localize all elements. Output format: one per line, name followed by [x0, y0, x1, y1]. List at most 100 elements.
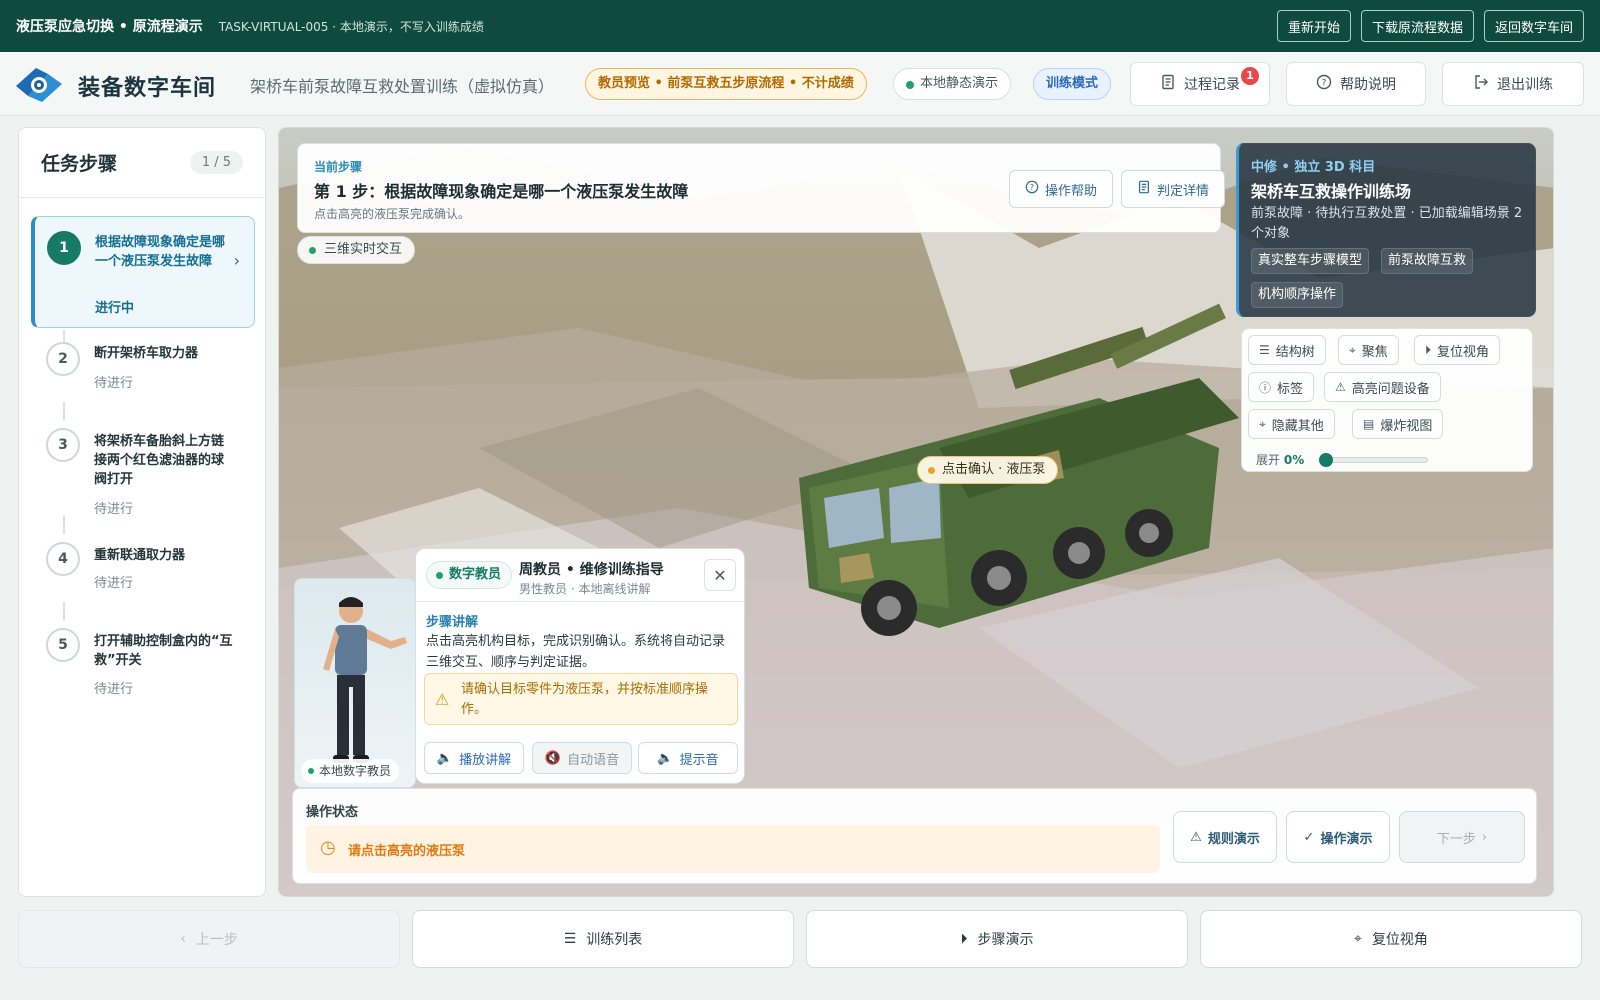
close-dialog-button[interactable]: ✕ [704, 559, 736, 591]
operation-help-label: 操作帮助 [1044, 183, 1097, 199]
view-tool-panel: ☰ 结构树 ⌖ 聚焦 ⏵ 复位视角 ⓘ 标签 ⚠ 高亮问题设备 ⌖ 隐藏其他 ▤… [1241, 328, 1533, 472]
reset-view-bottom-label: 复位视角 [1371, 932, 1428, 948]
hint-sound-label: 提示音 [679, 752, 719, 768]
step-demo-label: 步骤演示 [977, 932, 1034, 948]
hint-sound-button[interactable]: 🔈 提示音 [638, 742, 738, 774]
instructor-subtitle: 男性教员 · 本地离线讲解 [519, 582, 651, 596]
step-number: 4 [46, 542, 80, 576]
operation-demo-button[interactable]: ✓ 操作演示 [1286, 811, 1390, 863]
exploded-view-button[interactable]: ▤ 爆炸视图 [1352, 409, 1444, 439]
back-to-workshop-button[interactable]: 返回数字车间 [1483, 10, 1584, 42]
structure-tree-button[interactable]: ☰ 结构树 [1248, 335, 1326, 365]
scene-viewport[interactable]: 当前步骤 第 1 步：根据故障现象确定是哪一个液压泵发生故障 点击高亮的液压泵完… [278, 127, 1554, 897]
step-state: 待进行 [94, 682, 134, 697]
step-state: 待进行 [94, 376, 134, 391]
judgement-detail-button[interactable]: 判定详情 [1121, 170, 1225, 208]
scene-chip: 机构顺序操作 [1251, 282, 1344, 308]
instructor-figure [323, 597, 407, 763]
structure-tree-label: 结构树 [1275, 344, 1315, 360]
step-item-2[interactable]: 2 断开架桥车取力器 待进行 [31, 342, 255, 402]
step-connector [63, 602, 65, 620]
warning-icon: ⚠ [435, 690, 450, 709]
instructor-dialog: 数字教员 周教员 • 维修训练指导 男性教员 · 本地离线讲解 ✕ 步骤讲解 点… [415, 548, 745, 784]
close-icon: ✕ [713, 565, 727, 585]
process-record-button[interactable]: 过程记录 1 [1130, 62, 1270, 106]
slider-knob[interactable] [1319, 453, 1333, 467]
info-icon: ⓘ [1259, 380, 1272, 395]
step-demo-button[interactable]: ⏵ 步骤演示 [806, 910, 1188, 968]
instructor-role-label: 数字教员 [449, 567, 502, 582]
realtime-interaction-label: 三维实时交互 [324, 242, 403, 257]
current-step-card: 当前步骤 第 1 步：根据故障现象确定是哪一个液压泵发生故障 点击高亮的液压泵完… [297, 143, 1225, 233]
status-dot-icon [308, 768, 314, 774]
svg-text:?: ? [1322, 79, 1327, 89]
play-circle-icon: ⏵ [960, 931, 968, 947]
realtime-interaction-pill: 三维实时交互 [297, 236, 416, 264]
list-icon: ☰ [563, 931, 577, 947]
mode-pill[interactable]: 训练模式 [1033, 68, 1112, 100]
download-data-button[interactable]: 下载原流程数据 [1360, 10, 1474, 42]
operation-help-button[interactable]: ? 操作帮助 [1009, 170, 1113, 208]
chevron-right-icon: › [1481, 829, 1488, 845]
steps-count: 1 / 5 [189, 151, 243, 174]
demo-status-pill: 本地静态演示 [893, 68, 1012, 100]
speaker-mute-icon: 🔇 [544, 750, 562, 766]
hide-others-label: 隐藏其他 [1271, 418, 1324, 434]
auto-voice-label: 自动语音 [567, 752, 620, 768]
prev-step-button[interactable]: ‹ 上一步 [18, 910, 400, 968]
logout-icon [1473, 74, 1489, 94]
step-state: 待进行 [94, 502, 134, 517]
chevron-left-icon: ‹ [180, 931, 186, 947]
scene-description: 前泵故障 · 待执行互救处置 · 已加载编辑场景 2 个对象 [1251, 206, 1523, 241]
exploded-view-label: 爆炸视图 [1380, 418, 1433, 434]
step-item-5[interactable]: 5 打开辅助控制盒内的“互救”开关 待进行 [31, 628, 255, 708]
focus-label: 聚焦 [1361, 344, 1388, 360]
reset-view-button[interactable]: ⏵ 复位视角 [1414, 335, 1501, 365]
preview-pill: 教员预览 • 前泵互救五步原流程 • 不计成绩 [585, 68, 867, 100]
top-bar: 液压泵应急切换 • 原流程演示 TASK-VIRTUAL-005 · 本地演示，… [0, 0, 1600, 52]
expand-readout: 展开 0% [1256, 451, 1304, 468]
play-explanation-button[interactable]: 🔈 播放讲解 [424, 742, 524, 774]
scene-chip: 前泵故障互救 [1381, 248, 1474, 274]
status-dot-icon [309, 247, 316, 254]
hide-others-button[interactable]: ⌖ 隐藏其他 [1248, 409, 1335, 439]
step-item-3[interactable]: 3 将架桥车备胎斜上方链接两个红色滤油器的球阀打开 待进行 [31, 428, 255, 518]
status-message-box: ◷ 请点击高亮的液压泵 [306, 825, 1160, 873]
crosshair-icon: ⌖ [1259, 416, 1266, 431]
step-name: 断开架桥车取力器 [94, 346, 199, 361]
restart-button[interactable]: 重新开始 [1276, 10, 1351, 42]
operation-status-label: 操作状态 [306, 805, 359, 820]
instructor-role-pill: 数字教员 [426, 561, 513, 589]
steps-title: 任务步骤 [41, 153, 118, 175]
warning-box: ⚠ 请确认目标零件为液压泵，并按标准顺序操作。 [424, 673, 738, 725]
auto-voice-button[interactable]: 🔇 自动语音 [532, 742, 632, 774]
expand-slider[interactable] [1319, 453, 1428, 467]
step-item-4[interactable]: 4 重新联通取力器 待进行 [31, 542, 255, 602]
list-icon: ☰ [1259, 343, 1270, 357]
reset-view-bottom-button[interactable]: ⌖ 复位视角 [1200, 910, 1582, 968]
highlight-fault-button[interactable]: ⚠ 高亮问题设备 [1324, 372, 1441, 402]
step-item-1[interactable]: 1 根据故障现象确定是哪一个液压泵发生故障 › 进行中 [31, 216, 255, 328]
step-connector [63, 516, 65, 534]
next-step-button[interactable]: 下一步 › [1399, 811, 1525, 863]
status-message: 请点击高亮的液压泵 [348, 844, 466, 859]
scene-title: 架桥车互救操作训练场 [1251, 182, 1412, 201]
scene-info-card: 中修 • 独立 3D 科目 架桥车互救操作训练场 前泵故障 · 待执行互救处置 … [1236, 143, 1536, 317]
divider [416, 601, 744, 602]
hydraulic-pump-hotspot[interactable]: 点击确认 · 液压泵 [917, 456, 1059, 484]
step-connector [63, 402, 65, 420]
training-list-button[interactable]: ☰ 训练列表 [412, 910, 794, 968]
focus-button[interactable]: ⌖ 聚焦 [1338, 335, 1399, 365]
labels-button[interactable]: ⓘ 标签 [1248, 372, 1315, 402]
step-name: 根据故障现象确定是哪一个液压泵发生故障 [95, 235, 226, 269]
svg-text:?: ? [1030, 183, 1034, 192]
exit-training-button[interactable]: 退出训练 [1442, 62, 1584, 106]
help-button[interactable]: ? 帮助说明 [1286, 62, 1426, 106]
step-number: 5 [46, 628, 80, 662]
header: 装备数字车间 架桥车前泵故障互救处置训练（虚拟仿真） 教员预览 • 前泵互救五步… [0, 52, 1600, 116]
next-step-label: 下一步 [1436, 831, 1476, 847]
explanation-text: 点击高亮机构目标，完成识别确认。系统将自动记录三维交互、顺序与判定证据。 [426, 634, 726, 670]
chevron-right-icon: › [233, 251, 240, 270]
rule-demo-button[interactable]: ⚠ 规则演示 [1173, 811, 1277, 863]
rule-demo-label: 规则演示 [1207, 831, 1260, 847]
